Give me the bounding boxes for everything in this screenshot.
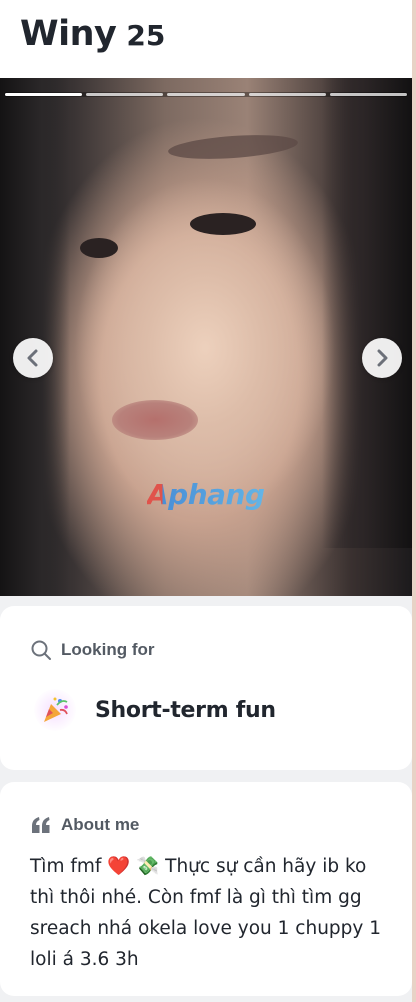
chevron-right-icon	[377, 349, 388, 367]
photo-progress-segment	[5, 93, 83, 96]
photo-watermark: Aphang	[147, 478, 265, 511]
about-me-text: Tìm fmf ❤️ 💸 Thực sự cần hãy ib ko thì t…	[30, 851, 382, 975]
chevron-left-icon	[27, 349, 38, 367]
photo-progress-segment	[329, 93, 408, 96]
next-photo-button[interactable]	[362, 338, 402, 378]
looking-for-goal: Short-term fun	[30, 689, 382, 731]
money-emoji-icon: 💸	[136, 856, 160, 877]
heart-emoji-icon: ❤️	[107, 856, 131, 877]
window-edge	[412, 0, 416, 1002]
profile-name: Winy	[20, 14, 117, 54]
previous-photo-button[interactable]	[13, 338, 53, 378]
looking-for-goal-text: Short-term fun	[95, 697, 276, 723]
party-popper-icon	[34, 689, 76, 731]
looking-for-label: Looking for	[61, 640, 155, 659]
about-me-card: About me Tìm fmf ❤️ 💸 Thực sự cần hãy ib…	[0, 782, 412, 996]
search-icon	[31, 640, 51, 660]
profile-page: Winy 25 Aphang Looking for Short-term fu…	[0, 0, 412, 1002]
quote-icon	[32, 817, 50, 833]
photo-eye-right	[190, 213, 256, 235]
photo-hair-left	[0, 78, 70, 596]
profile-photo[interactable]: Aphang	[0, 78, 412, 596]
profile-age: 25	[126, 19, 166, 52]
photo-progress-segment	[167, 93, 245, 96]
photo-progress	[4, 92, 408, 97]
profile-header: Winy 25	[0, 0, 412, 78]
about-text-prefix: Tìm fmf	[30, 856, 108, 877]
looking-for-card: Looking for Short-term fun	[0, 606, 412, 770]
photo-progress-segment	[86, 93, 164, 96]
about-me-title: About me	[30, 782, 382, 835]
photo-progress-segment	[248, 93, 326, 96]
photo-lips	[112, 400, 198, 440]
photo-hair-right	[322, 78, 412, 548]
about-me-label: About me	[61, 815, 140, 834]
photo-eye-left	[80, 238, 118, 258]
photo-brow	[167, 131, 299, 163]
looking-for-title: Looking for	[30, 606, 382, 661]
